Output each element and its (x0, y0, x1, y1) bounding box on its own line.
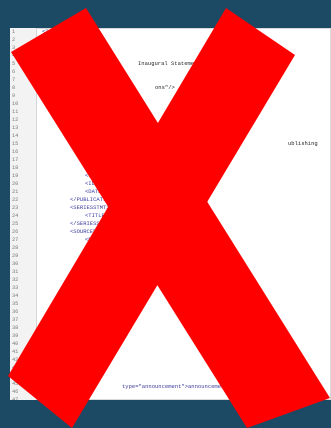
line-number: 1 (12, 29, 16, 35)
line-number: 10 (12, 101, 19, 107)
line-number: 27 (12, 237, 19, 243)
line-number: 12 (12, 117, 19, 123)
code-line: <ID (85, 172, 95, 179)
code-line: <BIBL> (85, 236, 105, 243)
code-line: </PUBLICATI (70, 196, 107, 203)
code-line: <SERIESSTMT> (70, 204, 110, 211)
code-line: < (85, 164, 89, 171)
line-number: 32 (12, 277, 19, 283)
line-number: 30 (12, 261, 19, 267)
line-number: 31 (12, 269, 19, 275)
line-number: 18 (12, 165, 19, 171)
line-number: 19 (12, 173, 19, 179)
line-number: 35 (12, 301, 19, 307)
code-line: Inaugural Statement (138, 60, 201, 67)
line-number: 15 (12, 141, 19, 147)
line-number: 14 (12, 133, 19, 139)
line-number: 28 (12, 245, 19, 251)
code-line: <D (42, 36, 49, 43)
line-number: 17 (12, 157, 19, 163)
line-number: 38 (12, 325, 19, 331)
line-number: 33 (12, 285, 19, 291)
line-number: 25 (12, 221, 19, 227)
line-number: 7 (12, 77, 16, 83)
code-editor: 1 2 3 4 5 6 7 8 9 10 11 12 13 14 15 16 1… (10, 28, 331, 400)
line-number: 26 (12, 229, 19, 235)
code-line: type="announcement">announcement</TERM> (122, 383, 251, 390)
line-number: 34 (12, 293, 19, 299)
line-number: 40 (12, 341, 19, 347)
line-number: 4 (12, 53, 16, 59)
line-number: 29 (12, 253, 19, 259)
line-number: 42 (12, 357, 19, 363)
line-number: 21 (12, 189, 19, 195)
line-number: 20 (12, 181, 19, 187)
line-number: 44 (12, 373, 19, 379)
line-number: 11 (12, 109, 19, 115)
line-number: 3 (12, 45, 16, 51)
code-line: ublishing (288, 140, 318, 147)
code-line: ons"/> (155, 84, 175, 91)
line-number: 36 (12, 309, 19, 315)
line-number: 45 (12, 381, 19, 387)
line-number: 24 (12, 213, 19, 219)
line-number: 41 (12, 349, 19, 355)
line-number: 43 (12, 365, 19, 371)
code-line: <TITLE>The (85, 212, 119, 219)
line-number: 39 (12, 333, 19, 339)
line-number: 16 (12, 149, 19, 155)
code-line: <SOURCEDESC> (70, 228, 110, 235)
line-number: 23 (12, 205, 19, 211)
line-number: 6 (12, 69, 16, 75)
line-number: 5 (12, 61, 16, 67)
line-number: 13 (12, 125, 19, 131)
line-number: 46 (12, 389, 19, 395)
line-number: 47 (12, 397, 19, 400)
line-number: 2 (12, 37, 16, 43)
code-line: <DATE (85, 188, 102, 195)
editor-window: 1 2 3 4 5 6 7 8 9 10 11 12 13 14 15 16 1… (0, 0, 331, 428)
code-line: <?xml (42, 28, 59, 35)
line-number: 22 (12, 197, 19, 203)
code-line: <ID (85, 180, 95, 187)
line-number: 37 (12, 317, 19, 323)
code-line: </SERIESSTMT> (70, 220, 113, 227)
line-number: 9 (12, 93, 16, 99)
line-number: 8 (12, 85, 16, 91)
